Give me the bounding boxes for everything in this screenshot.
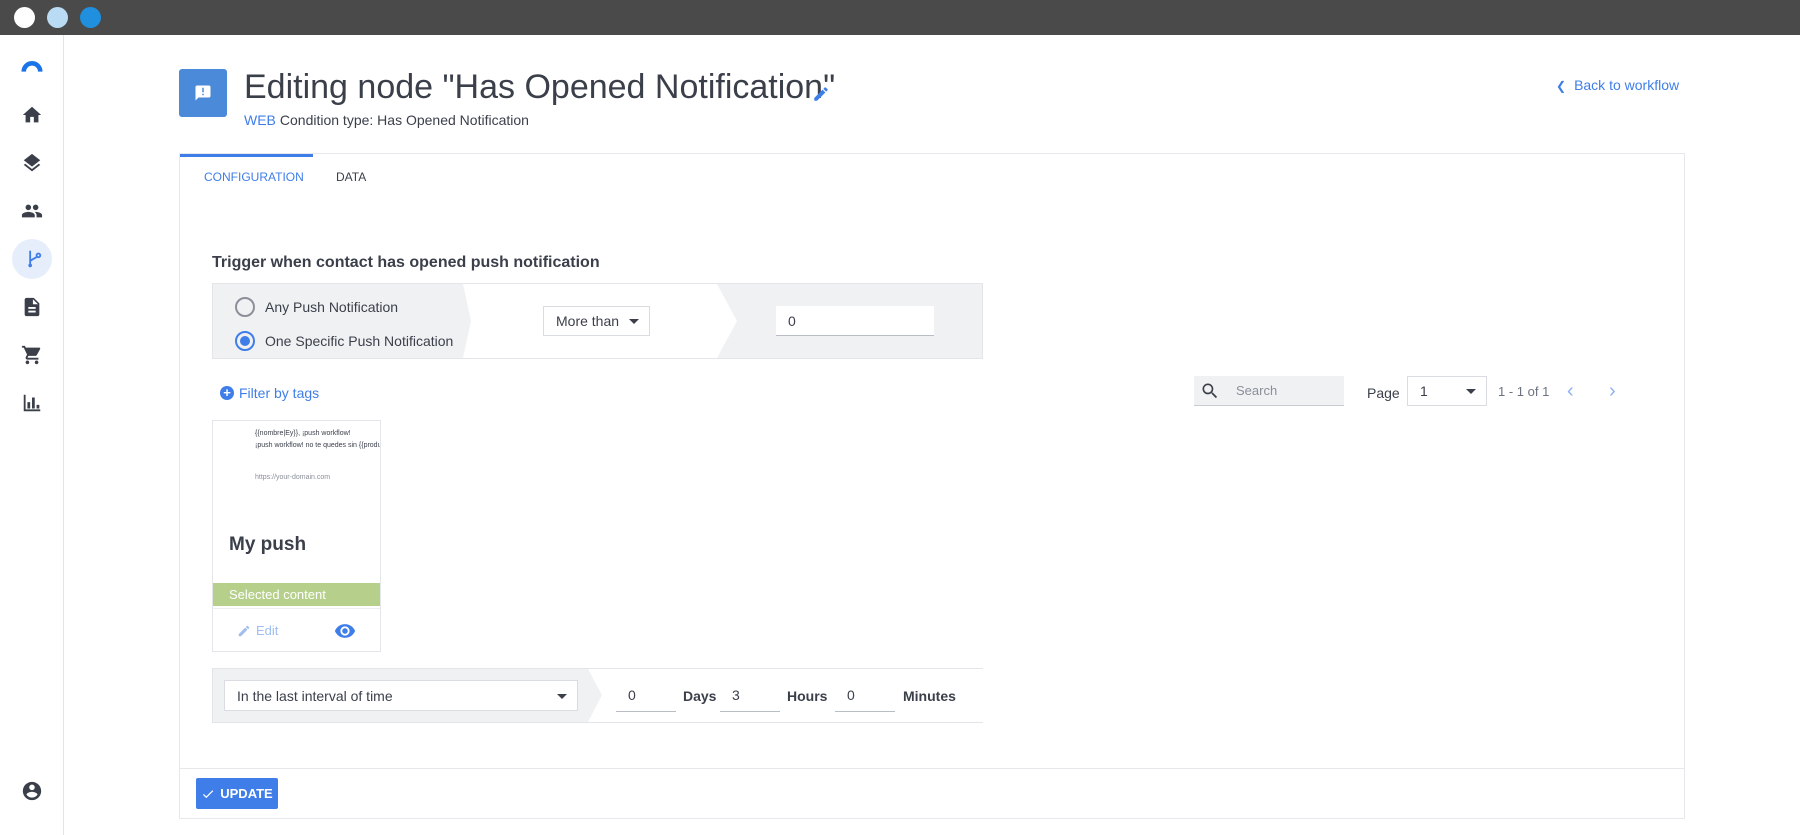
document-icon — [24, 297, 40, 317]
nav-layers[interactable] — [12, 143, 52, 183]
page-label: Page — [1367, 385, 1400, 401]
window-titlebar — [0, 0, 1800, 35]
chevron-left-icon: ❮ — [1556, 79, 1567, 93]
push-card-actions: Edit — [213, 608, 380, 651]
radio-specific-push[interactable]: One Specific Push Notification — [235, 331, 453, 351]
node-subtitle: WEB Condition type: Has Opened Notificati… — [244, 112, 529, 128]
eye-icon — [334, 624, 356, 638]
nav-analytics[interactable] — [12, 383, 52, 423]
push-content-card[interactable]: {{nombre|Ey}}, ¡push workflow! ¡push wor… — [212, 420, 381, 652]
card-footer-divider — [180, 768, 1684, 769]
search-icon — [1202, 383, 1218, 399]
chevron-left-icon: ‹ — [1567, 380, 1574, 402]
hours-label: Hours — [787, 688, 828, 704]
back-to-workflow-link[interactable]: ❮ Back to workflow — [1556, 77, 1679, 93]
app-logo[interactable] — [12, 47, 52, 87]
chevron-right-icon: › — [1609, 380, 1616, 402]
home-icon — [22, 106, 42, 123]
sidebar — [0, 35, 64, 835]
days-label: Days — [683, 688, 717, 704]
preview-url: https://your-domain.com — [255, 474, 331, 481]
search-placeholder: Search — [1236, 383, 1278, 398]
workflow-icon — [28, 250, 42, 268]
selected-content-badge: Selected content — [213, 583, 380, 606]
hours-value: 3 — [732, 687, 740, 703]
minutes-value: 0 — [847, 687, 855, 703]
comparator-select[interactable]: More than — [543, 306, 650, 336]
caret-down-icon — [557, 693, 567, 699]
preview-line: {{nombre|Ey}}, ¡push workflow! — [255, 430, 351, 437]
update-button[interactable]: UPDATE — [196, 778, 278, 809]
nav-cart[interactable] — [12, 335, 52, 375]
account-icon — [22, 781, 42, 801]
pencil-icon — [814, 87, 828, 101]
channel-label: WEB — [244, 112, 276, 128]
cart-icon — [21, 345, 41, 365]
tab-data[interactable]: DATA — [336, 170, 366, 184]
nav-contacts[interactable] — [12, 191, 52, 231]
preview-line: ¡push workflow! no te quedes sin {{produ… — [255, 442, 380, 449]
interval-mode-value: In the last interval of time — [237, 687, 393, 704]
active-tab-indicator — [180, 154, 313, 157]
comparator-value: More than — [556, 313, 620, 329]
radio-label: Any Push Notification — [265, 299, 399, 315]
update-label: UPDATE — [220, 786, 273, 801]
push-name: My push — [229, 534, 307, 555]
filter-by-tags-link[interactable]: + Filter by tags — [220, 385, 319, 401]
condition-type: Condition type: Has Opened Notification — [279, 112, 529, 128]
prev-page-button[interactable]: ‹ — [1567, 380, 1574, 403]
radio-label: One Specific Push Notification — [265, 333, 454, 349]
window-minimize-dot[interactable] — [47, 7, 68, 28]
count-input[interactable]: 0 — [776, 306, 934, 336]
logo-icon — [21, 61, 43, 72]
trigger-condition-box: Any Push Notification One Specific Push … — [212, 283, 983, 359]
analytics-icon — [23, 394, 41, 412]
check-icon — [203, 789, 214, 798]
edit-push-button[interactable]: Edit — [237, 623, 278, 638]
nav-home[interactable] — [12, 95, 52, 135]
radio-any-push[interactable]: Any Push Notification — [235, 297, 398, 317]
window-maximize-dot[interactable] — [80, 7, 101, 28]
edit-label: Edit — [256, 623, 279, 638]
add-circle-icon: + — [220, 386, 234, 400]
node-type-badge — [179, 69, 227, 117]
node-config-card: CONFIGURATION DATA Trigger when contact … — [179, 153, 1685, 819]
nav-documents[interactable] — [12, 287, 52, 327]
push-preview: {{nombre|Ey}}, ¡push workflow! ¡push wor… — [255, 428, 380, 484]
preview-push-button[interactable] — [333, 620, 357, 642]
next-page-button[interactable]: › — [1609, 380, 1616, 403]
count-value: 0 — [788, 312, 796, 329]
days-input[interactable]: 0 — [616, 679, 676, 712]
page-title: Editing node "Has Opened Notification" — [244, 68, 836, 106]
nav-account[interactable] — [12, 771, 52, 811]
layers-icon — [23, 153, 41, 172]
caret-down-icon — [629, 319, 639, 324]
radio-button[interactable] — [235, 297, 255, 317]
notification-message-icon — [195, 85, 211, 101]
filter-label: Filter by tags — [239, 385, 320, 401]
pagination-range: 1 - 1 of 1 — [1498, 384, 1550, 399]
pencil-icon — [238, 625, 250, 636]
time-interval-box: In the last interval of time 0 Days 3 Ho… — [212, 668, 983, 723]
nav-workflow[interactable] — [12, 239, 52, 279]
contacts-icon — [21, 204, 43, 218]
page-select[interactable]: 1 — [1407, 376, 1487, 406]
trigger-type-options: Any Push Notification One Specific Push … — [213, 284, 463, 358]
trigger-section-title: Trigger when contact has opened push not… — [212, 254, 600, 271]
minutes-label: Minutes — [903, 688, 956, 704]
search-field[interactable]: Search — [1194, 376, 1344, 406]
tab-configuration[interactable]: CONFIGURATION — [204, 170, 304, 184]
hours-input[interactable]: 3 — [720, 679, 780, 712]
minutes-input[interactable]: 0 — [835, 679, 895, 712]
radio-button[interactable] — [235, 331, 255, 351]
edit-title-button[interactable] — [812, 85, 830, 103]
page-value: 1 — [1420, 383, 1428, 399]
days-value: 0 — [628, 687, 636, 703]
interval-mode-select[interactable]: In the last interval of time — [224, 680, 578, 711]
window-close-dot[interactable] — [14, 7, 35, 28]
caret-down-icon — [1466, 389, 1476, 394]
back-label: Back to workflow — [1574, 77, 1680, 93]
